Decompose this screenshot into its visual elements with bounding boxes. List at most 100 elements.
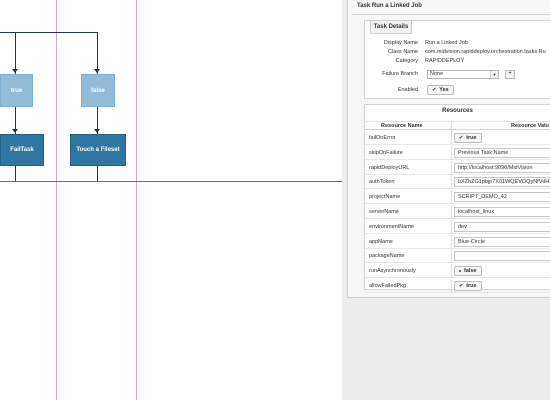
node-true-label: true [10, 87, 23, 94]
resource-value-input[interactable] [454, 251, 550, 262]
resource-name: environmentName [369, 223, 414, 230]
resource-value-input[interactable]: localhost_linux [454, 207, 550, 217]
connector-line [15, 32, 16, 74]
node-touch-fileset-label: Touch a Fileset [76, 147, 120, 153]
connector-line [15, 166, 16, 182]
enabled-label: Enabled [397, 87, 418, 93]
resource-value-input[interactable]: http://localhost:9090/MidVision [454, 162, 550, 173]
dot-icon [459, 270, 461, 273]
resource-name: failOnError [369, 135, 396, 141]
guide-line [56, 0, 57, 400]
column-divider [451, 160, 452, 175]
divider [352, 14, 550, 15]
resource-name: rapidDeployURL [369, 164, 410, 171]
arrow-down-icon [12, 129, 18, 133]
resource-row-packagename: packageName [365, 249, 550, 264]
resource-toggle-value: true [466, 283, 477, 289]
resources-header: Resource Name Resource Valu [365, 121, 550, 131]
panel-title: Task Run a Linked Job [357, 3, 422, 9]
column-divider [451, 219, 452, 234]
resource-toggle[interactable]: false [454, 266, 482, 277]
node-touch-fileset[interactable]: Touch a Fileset [70, 134, 126, 166]
resource-toggle[interactable]: ✔ true [454, 133, 482, 143]
resource-value-input[interactable]: dev [454, 221, 550, 232]
resource-row-rapiddeployurl: rapidDeployURL http://localhost:9090/MidV… [365, 160, 550, 175]
node-true[interactable]: true [0, 74, 33, 107]
category-row: Category RAPIDDEPLOY [365, 58, 550, 67]
connector-line [97, 166, 98, 182]
resources-section: Resources Resource Name Resource Valu fa… [364, 104, 550, 293]
class-name-value: com.midvision.rapiddeploy.orchestration.… [425, 49, 546, 55]
resource-name: appName [369, 238, 393, 245]
resource-name: allowFailedPkg [369, 283, 406, 289]
arrow-down-icon [94, 129, 100, 133]
resource-row-appname: appName Blue-Circle [365, 234, 550, 249]
resource-name: serverName [369, 209, 399, 215]
display-name-label: Display Name [383, 40, 418, 46]
column-divider [451, 279, 452, 293]
add-branch-button[interactable]: + [505, 70, 515, 79]
resource-toggle-value: true [466, 135, 477, 141]
column-divider [451, 175, 452, 190]
check-icon: ✔ [432, 87, 437, 93]
resource-name: packageName [369, 253, 405, 260]
category-value: RAPIDDEPLOY [425, 58, 465, 64]
resource-value-input[interactable]: Blue-Circle [454, 236, 550, 247]
resource-row-failonerror: failOnError ✔ true [365, 131, 550, 145]
column-divider [451, 234, 452, 249]
resource-name-header: Resource Name [381, 123, 423, 129]
check-icon: ✔ [459, 283, 464, 289]
failure-branch-value: None [430, 71, 444, 77]
resource-value-input[interactable]: SCRIPT_DEMO_42 [454, 192, 550, 203]
enabled-row: Enabled [365, 87, 550, 96]
resource-value-input[interactable]: bXZhZG1pbjp7X01WQEVOQyNfVdHI [454, 177, 550, 188]
chevron-down-icon: ▼ [490, 71, 498, 78]
column-divider [451, 190, 452, 205]
category-label: Category [395, 58, 418, 64]
display-name-row: Display Name Run a Linked Job [365, 40, 550, 49]
workflow-canvas[interactable]: true false FailTask Touch a Fileset [0, 0, 355, 400]
resources-title: Resources [442, 108, 473, 114]
resource-toggle-value: false [464, 268, 477, 275]
resource-name: authToken [369, 179, 395, 186]
arrow-down-icon [12, 69, 18, 73]
node-false[interactable]: false [81, 74, 115, 107]
connector-line [97, 32, 98, 74]
resource-toggle[interactable]: ✔ true [454, 281, 482, 291]
resource-value-header: Resource Valu [511, 123, 549, 129]
column-divider [451, 205, 452, 219]
resource-row-allowfailedpkg: allowFailedPkg ✔ true [365, 279, 550, 293]
failure-branch-label: Failure Branch [382, 71, 418, 77]
column-divider [451, 122, 452, 131]
class-name-row: Class Name com.midvision.rapiddeploy.orc… [365, 49, 550, 58]
resource-name: runAsynchronously [369, 268, 416, 275]
column-divider [451, 249, 452, 264]
node-false-label: false [91, 87, 105, 94]
check-icon: ✔ [459, 135, 464, 141]
properties-panel: Task Run a Linked Job Task Details Displ… [347, 0, 550, 298]
enabled-toggle[interactable]: ✔ Yes [427, 85, 454, 95]
resource-name: projectName [369, 194, 401, 201]
workflow-editor: true false FailTask Touch a Fileset Task… [0, 0, 550, 400]
node-fail-task[interactable]: FailTask [0, 134, 44, 166]
class-name-label: Class Name [388, 49, 418, 55]
enabled-value: Yes [439, 87, 449, 93]
resource-value-input[interactable]: Previous Task Name [454, 147, 550, 158]
resource-row-projectname: projectName SCRIPT_DEMO_42 [365, 190, 550, 205]
resource-row-authtoken: authToken bXZhZG1pbjp7X01WQEVOQyNfVdHI [365, 175, 550, 190]
arrow-down-icon [94, 69, 100, 73]
resource-row-environmentname: environmentName dev [365, 219, 550, 234]
resource-name: skipOnFailure [369, 149, 403, 156]
resource-row-runasynchronously: runAsynchronously false [365, 264, 550, 279]
task-details-tab[interactable]: Task Details [370, 20, 412, 34]
failure-branch-select[interactable]: None ▼ [427, 70, 499, 79]
node-fail-task-label: FailTask [10, 147, 34, 153]
resource-row-skiponfailure: skipOnFailure Previous Task Name [365, 145, 550, 160]
guide-line [136, 0, 137, 400]
resource-row-servername: serverName localhost_linux [365, 205, 550, 219]
display-name-value: Run a Linked Job [425, 40, 468, 46]
task-details-section: Task Details Display Name Run a Linked J… [364, 20, 550, 99]
column-divider [451, 131, 452, 145]
column-divider [451, 264, 452, 279]
column-divider [451, 145, 452, 160]
